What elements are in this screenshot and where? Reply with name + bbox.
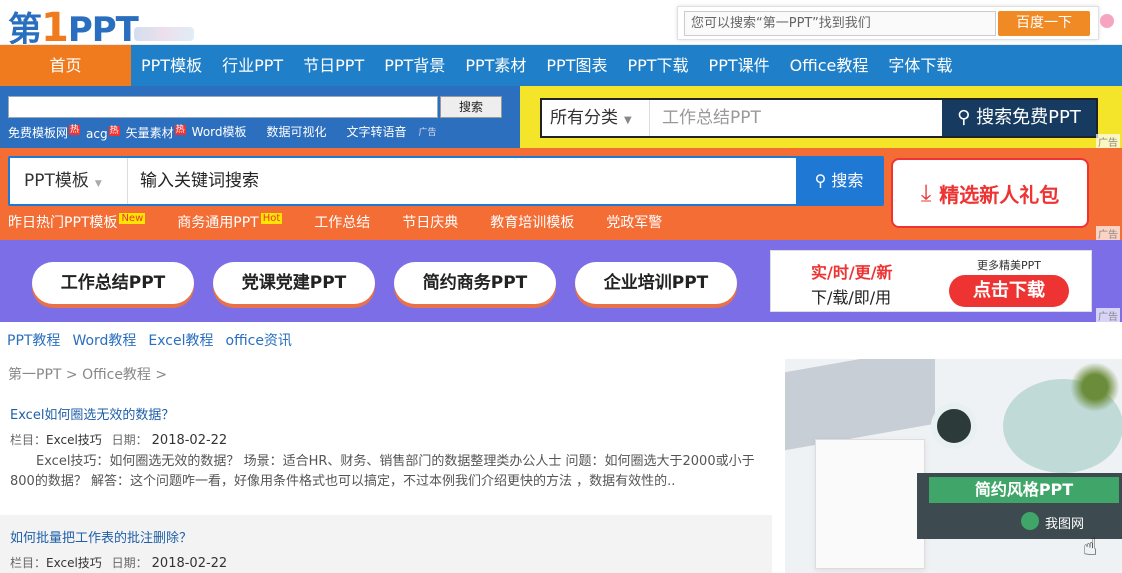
search-band-2: PPT模板 ▼ 输入关键词搜索 ⚲ 搜索 昨日热门PPT模板 New 商务通用PPT… bbox=[0, 148, 1122, 241]
side-ad-banner: 简约风格PPT 我图网 bbox=[917, 473, 1122, 539]
search-icon: ⚲ bbox=[957, 107, 971, 128]
chevron-down-icon: ▼ bbox=[624, 115, 632, 126]
quick-category-band: 工作总结PPT 党课党建PPT 简约商务PPT 企业培训PPT 实/时/更/新 … bbox=[0, 240, 1122, 323]
hot-link[interactable]: 节日庆典 bbox=[402, 212, 458, 232]
new-badge: New bbox=[119, 213, 146, 225]
hot-link[interactable]: 党政军警 bbox=[606, 212, 662, 232]
newcomer-gift-button[interactable]: ⤓ 精选新人礼包 bbox=[891, 158, 1089, 228]
site-logo[interactable]: 第 1 PPT bbox=[8, 2, 194, 51]
laptop-image bbox=[785, 359, 935, 451]
article-meta: 栏目：Excel技巧 日期： 2018-02-22 bbox=[10, 433, 228, 448]
subnav-link[interactable]: PPT教程 bbox=[7, 330, 60, 350]
category-select[interactable]: 所有分类 ▼ bbox=[542, 100, 650, 136]
baidu-search: 您可以搜索“第一PPT”找到我们 百度一下 bbox=[677, 6, 1099, 40]
hot-badge: 热 bbox=[108, 125, 120, 136]
free-ppt-search-input[interactable]: 工作总结PPT bbox=[662, 100, 761, 136]
search-band-1: 搜索 免费模板网热 acg 热 矢量素材热 Word模板 数据可视化 文字转语音 … bbox=[0, 86, 1122, 149]
hot-links: 昨日热门PPT模板 New 商务通用PPT Hot 工作总结 节日庆典 教育培训模板… bbox=[8, 212, 662, 232]
nav-item[interactable]: PPT背景 bbox=[374, 45, 455, 87]
promo-line-2: 下/载/即/用 bbox=[811, 288, 892, 307]
side-ad-brand: 我图网 bbox=[1045, 517, 1085, 532]
ad-link[interactable]: acg 热 bbox=[86, 123, 120, 141]
ad-label: 广告 bbox=[418, 128, 437, 138]
quick-pill[interactable]: 党课党建PPT bbox=[213, 262, 375, 304]
main-nav: 首页 PPT模板 行业PPT 节日PPT PPT背景 PPT素材 PPT图表 P… bbox=[0, 44, 1122, 87]
header: 第 1 PPT 您可以搜索“第一PPT”找到我们 百度一下 bbox=[0, 0, 1122, 51]
ad-search-panel: 搜索 免费模板网热 acg 热 矢量素材热 Word模板 数据可视化 文字转语音 … bbox=[0, 86, 520, 148]
decoration-dot bbox=[1100, 14, 1114, 28]
ad-label: 广告 bbox=[1096, 308, 1120, 323]
nav-item[interactable]: 字体下载 bbox=[878, 45, 962, 87]
ad-label: 广告 bbox=[1096, 134, 1120, 149]
brand-logo-icon bbox=[1021, 512, 1039, 530]
ad-link[interactable]: Word模板 bbox=[192, 123, 247, 140]
ad-link[interactable]: 免费模板网热 bbox=[8, 122, 81, 141]
subnav-link[interactable]: office资讯 bbox=[226, 330, 292, 350]
hot-link[interactable]: 昨日热门PPT模板 New bbox=[8, 212, 146, 232]
template-search: PPT模板 ▼ 输入关键词搜索 ⚲ 搜索 bbox=[8, 156, 884, 206]
tutorial-subnav: PPT教程 Word教程 Excel教程 office资讯 bbox=[7, 330, 292, 350]
hot-badge: Hot bbox=[260, 213, 283, 225]
promo-download-button[interactable]: 点击下载 bbox=[949, 275, 1069, 307]
nav-list: PPT模板 行业PPT 节日PPT PPT背景 PPT素材 PPT图表 PPT下… bbox=[131, 45, 962, 87]
breadcrumb: 第一PPT > Office教程 > bbox=[8, 367, 168, 383]
free-ppt-search: 所有分类 ▼ 工作总结PPT ⚲ 搜索免费PPT bbox=[540, 98, 1098, 138]
quick-pill[interactable]: 工作总结PPT bbox=[32, 262, 194, 304]
hot-badge: 热 bbox=[69, 125, 81, 135]
ad-link[interactable]: 矢量素材热 bbox=[126, 122, 186, 141]
article-item: 如何批量把工作表的批注删除？ 栏目：Excel技巧 日期： 2018-02-22 bbox=[0, 515, 772, 573]
article-category[interactable]: Excel技巧 bbox=[46, 556, 102, 570]
search-icon: ⚲ bbox=[814, 171, 827, 190]
template-search-input[interactable]: 输入关键词搜索 bbox=[140, 158, 259, 204]
template-category-select[interactable]: PPT模板 ▼ bbox=[10, 158, 128, 204]
ad-link[interactable]: 文字转语音 bbox=[347, 123, 407, 140]
hot-link[interactable]: 商务通用PPT Hot bbox=[177, 212, 283, 232]
chevron-down-icon: ▼ bbox=[94, 179, 102, 189]
article-category[interactable]: Excel技巧 bbox=[46, 433, 102, 447]
subnav-link[interactable]: Excel教程 bbox=[148, 330, 213, 350]
nav-item[interactable]: 行业PPT bbox=[212, 45, 293, 87]
ad-search-input[interactable] bbox=[8, 96, 438, 118]
notebook-image bbox=[815, 439, 925, 569]
nav-item[interactable]: PPT素材 bbox=[455, 45, 536, 87]
hot-badge: 热 bbox=[174, 125, 186, 135]
ad-label: 广告 bbox=[1096, 226, 1120, 241]
download-icon: ⤓ bbox=[920, 179, 932, 207]
nav-item[interactable]: PPT模板 bbox=[131, 45, 212, 87]
free-ppt-search-button[interactable]: ⚲ 搜索免费PPT bbox=[942, 100, 1096, 136]
baidu-search-input[interactable]: 您可以搜索“第一PPT”找到我们 bbox=[684, 11, 996, 36]
pointer-hand-icon: ☝ bbox=[1083, 533, 1098, 561]
article-date: 2018-02-22 bbox=[151, 433, 228, 448]
coffee-cup-image bbox=[931, 403, 977, 449]
nav-item[interactable]: 节日PPT bbox=[293, 45, 374, 87]
nav-item[interactable]: PPT下载 bbox=[617, 45, 698, 87]
logo-blur bbox=[133, 27, 194, 41]
hot-link[interactable]: 教育培训模板 bbox=[490, 212, 574, 232]
article-title[interactable]: 如何批量把工作表的批注删除？ bbox=[10, 527, 762, 546]
promo-line-1: 实/时/更/新 bbox=[811, 263, 893, 282]
nav-item[interactable]: Office教程 bbox=[780, 45, 879, 87]
download-promo: 实/时/更/新 下/载/即/用 更多精美PPT 点击下载 bbox=[770, 250, 1092, 312]
nav-item[interactable]: PPT课件 bbox=[699, 45, 780, 87]
nav-home[interactable]: 首页 bbox=[0, 45, 131, 87]
promo-more: 更多精美PPT bbox=[977, 259, 1041, 272]
ad-link[interactable]: 数据可视化 bbox=[267, 123, 327, 140]
plant-image bbox=[1065, 359, 1122, 415]
quick-pill[interactable]: 企业培训PPT bbox=[575, 262, 737, 304]
nav-item[interactable]: PPT图表 bbox=[536, 45, 617, 87]
hot-link[interactable]: 工作总结 bbox=[314, 212, 370, 232]
side-ad-title: 简约风格PPT bbox=[929, 477, 1119, 503]
quick-pill[interactable]: 简约商务PPT bbox=[394, 262, 556, 304]
article-date: 2018-02-22 bbox=[151, 556, 228, 571]
article-item: Excel如何圈选无效的数据？ 栏目：Excel技巧 日期： 2018-02-22… bbox=[0, 392, 772, 514]
article-summary: Excel技巧：如何圈选无效的数据？ 场景：适合HR、财务、销售部门的数据整理类… bbox=[10, 454, 755, 489]
article-title[interactable]: Excel如何圈选无效的数据？ bbox=[10, 404, 762, 423]
baidu-search-button[interactable]: 百度一下 bbox=[998, 11, 1090, 36]
side-image-ad[interactable]: 简约风格PPT 我图网 ☝ bbox=[785, 359, 1122, 573]
article-meta: 栏目：Excel技巧 日期： 2018-02-22 bbox=[10, 556, 228, 571]
template-search-button[interactable]: ⚲ 搜索 bbox=[796, 158, 882, 204]
subnav-link[interactable]: Word教程 bbox=[72, 330, 136, 350]
ad-links: 免费模板网热 acg 热 矢量素材热 Word模板 数据可视化 文字转语音 广告 bbox=[8, 122, 437, 141]
ad-search-button[interactable]: 搜索 bbox=[440, 96, 502, 118]
